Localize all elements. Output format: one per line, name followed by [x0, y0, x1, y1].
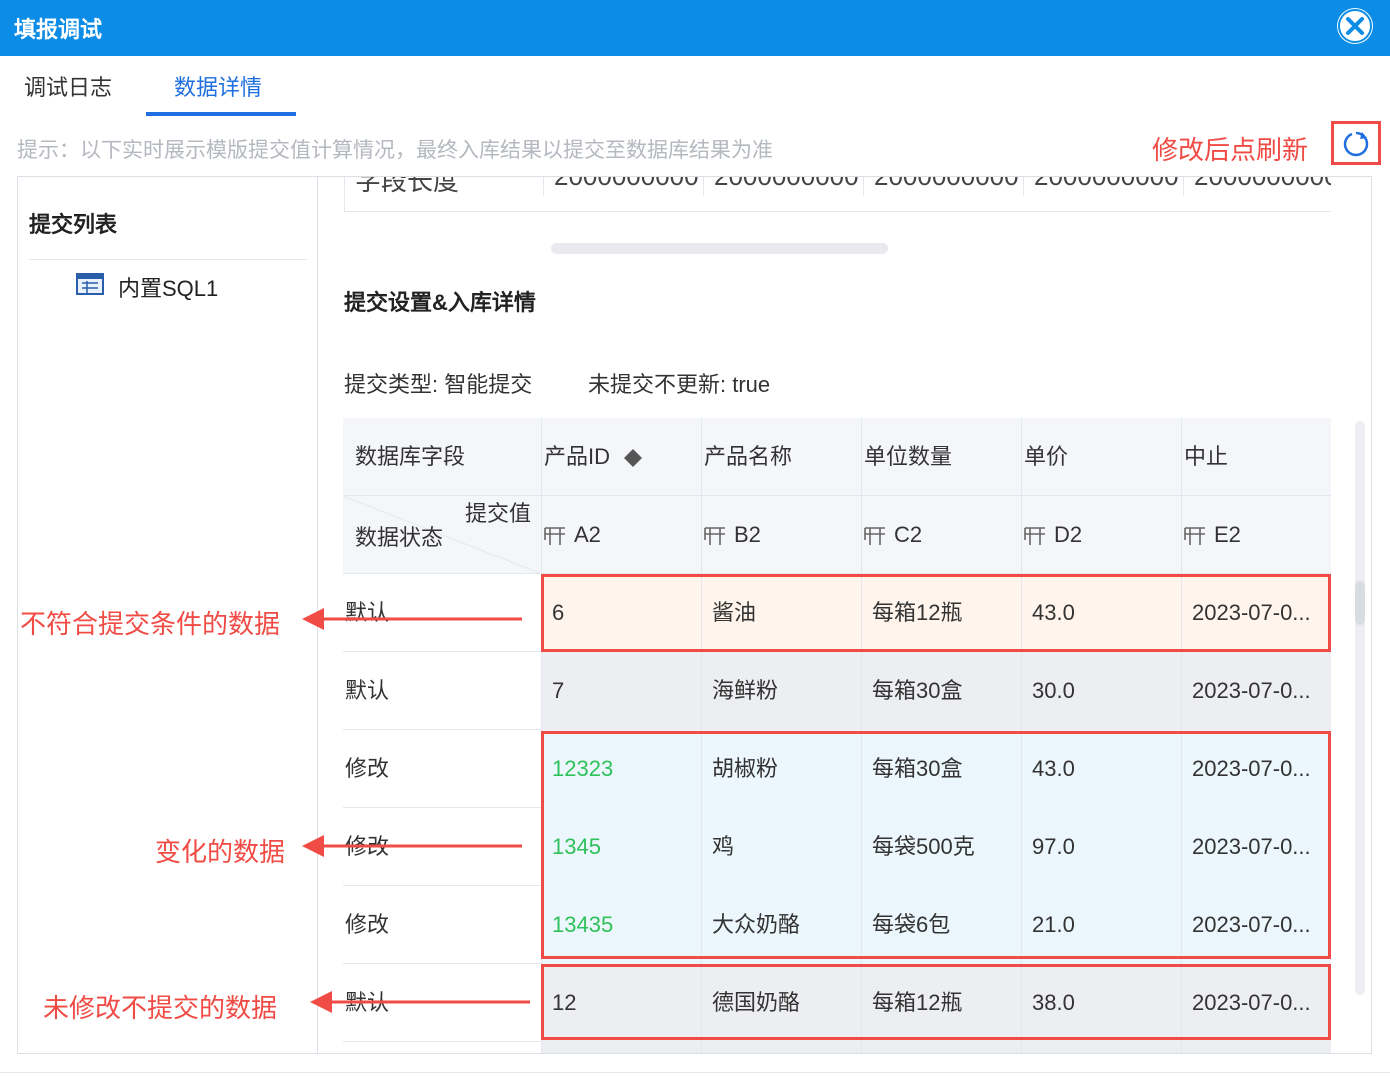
arrow-left-icon	[310, 991, 530, 1013]
column-header: 产品名称	[702, 418, 862, 496]
window-title: 填报调试	[14, 17, 103, 42]
submit-list-title: 提交列表	[29, 212, 118, 237]
table-cell: 7	[542, 652, 702, 730]
row-status: 默认	[343, 652, 542, 730]
cell-ref-label: A2	[574, 522, 601, 547]
cell-ref-label: B2	[734, 522, 761, 547]
changed-data-highlight	[541, 731, 1331, 959]
cell-ref-icon	[704, 527, 725, 546]
table-header-row: 数据库字段 产品ID 产品名称 单位数量 单价 中止	[343, 418, 1331, 496]
field-length-value: 2000000000	[544, 177, 704, 196]
arrow-left-icon	[302, 608, 522, 630]
close-icon	[1338, 9, 1372, 43]
unchanged-data-annotation: 未修改不提交的数据	[43, 993, 278, 1023]
table-cell: 30.0	[1022, 652, 1182, 730]
table-cell	[542, 1042, 702, 1053]
unchanged-data-highlight	[541, 964, 1331, 1040]
cell-ref-icon	[544, 527, 565, 546]
table-cell: 海鲜粉	[702, 652, 862, 730]
table-subheader-row: 提交值 数据状态 A2 B2 C2 D2 E2	[343, 496, 1331, 574]
table-cell	[1182, 1042, 1331, 1053]
column-header-product-id[interactable]: 产品ID	[542, 418, 702, 496]
cell-ref-icon	[864, 527, 885, 546]
invalid-data-annotation: 不符合提交条件的数据	[20, 609, 281, 639]
submit-list-item-label: 内置SQL1	[118, 276, 219, 301]
cell-ref: B2	[702, 496, 862, 574]
refresh-annotation: 修改后点刷新	[1152, 135, 1309, 165]
cell-ref: D2	[1022, 496, 1182, 574]
refresh-icon	[1343, 131, 1369, 157]
cell-ref: C2	[862, 496, 1022, 574]
column-header: 中止	[1184, 444, 1229, 469]
row-status: 修改	[343, 886, 542, 964]
section-title: 提交设置&入库详情	[344, 290, 536, 315]
vertical-scrollbar[interactable]	[1355, 421, 1365, 995]
cell-ref: A2	[542, 496, 702, 574]
cell-ref: E2	[1182, 496, 1331, 574]
hint-text: 提示：以下实时展示模版提交值计算情况，最终入库结果以提交至数据库结果为准	[17, 139, 773, 162]
table-row-partial	[343, 1042, 1331, 1053]
diag-bottom-label: 数据状态	[355, 525, 444, 550]
bottom-divider	[0, 1072, 1390, 1073]
table-cell	[702, 1042, 862, 1053]
title-bar: 填报调试	[0, 0, 1390, 56]
table-cell: 2023-07-0...	[1182, 652, 1331, 730]
arrow-left-icon	[302, 835, 522, 857]
cell-ref-label: E2	[1214, 522, 1241, 547]
field-length-value: 2000000000	[1024, 177, 1184, 196]
active-tab-indicator	[146, 112, 296, 116]
diamond-icon	[624, 449, 643, 468]
cell-ref-icon	[1184, 527, 1205, 546]
field-length-value: 2000000000	[704, 177, 864, 196]
no-update-setting: 未提交不更新: true	[588, 372, 771, 397]
cell-ref-icon	[1024, 527, 1045, 546]
refresh-button[interactable]	[1331, 121, 1381, 165]
tab-data-details[interactable]: 数据详情	[174, 70, 262, 102]
divider	[29, 259, 307, 260]
vertical-scrollbar-thumb[interactable]	[1355, 581, 1365, 625]
sql-table-icon	[76, 273, 104, 295]
field-length-row: 字段长度 2000000000 2000000000 2000000000 20…	[344, 177, 1331, 212]
column-header-label: 产品ID	[544, 444, 611, 469]
tab-debug-log[interactable]: 调试日志	[24, 70, 112, 102]
column-header: 单价	[1022, 418, 1182, 496]
table-row[interactable]: 默认 7 海鲜粉 每箱30盒 30.0 2023-07-0...	[343, 652, 1331, 730]
close-button[interactable]	[1337, 8, 1373, 44]
diagonal-header-cell: 提交值 数据状态	[343, 496, 542, 574]
horizontal-scrollbar[interactable]	[551, 243, 888, 254]
cell-ref-label: C2	[894, 522, 923, 547]
table-cell	[862, 1042, 1022, 1053]
table-cell: 每箱30盒	[862, 652, 1022, 730]
cell-ref-label: D2	[1054, 522, 1083, 547]
submit-type: 提交类型: 智能提交	[344, 372, 533, 397]
table-cell	[1022, 1042, 1182, 1053]
table-cell	[343, 1042, 542, 1053]
field-length-label: 字段长度	[345, 177, 544, 196]
column-header: 单位数量	[862, 418, 1022, 496]
field-length-value: 2000000000	[1184, 177, 1331, 196]
tab-bar: 调试日志 数据详情	[0, 56, 1390, 118]
changed-data-annotation: 变化的数据	[155, 837, 286, 867]
diag-top-label: 提交值	[464, 501, 531, 526]
field-length-value: 2000000000	[864, 177, 1024, 196]
column-header: 数据库字段	[343, 418, 542, 496]
row-status: 修改	[343, 730, 542, 808]
invalid-data-highlight	[541, 574, 1331, 652]
